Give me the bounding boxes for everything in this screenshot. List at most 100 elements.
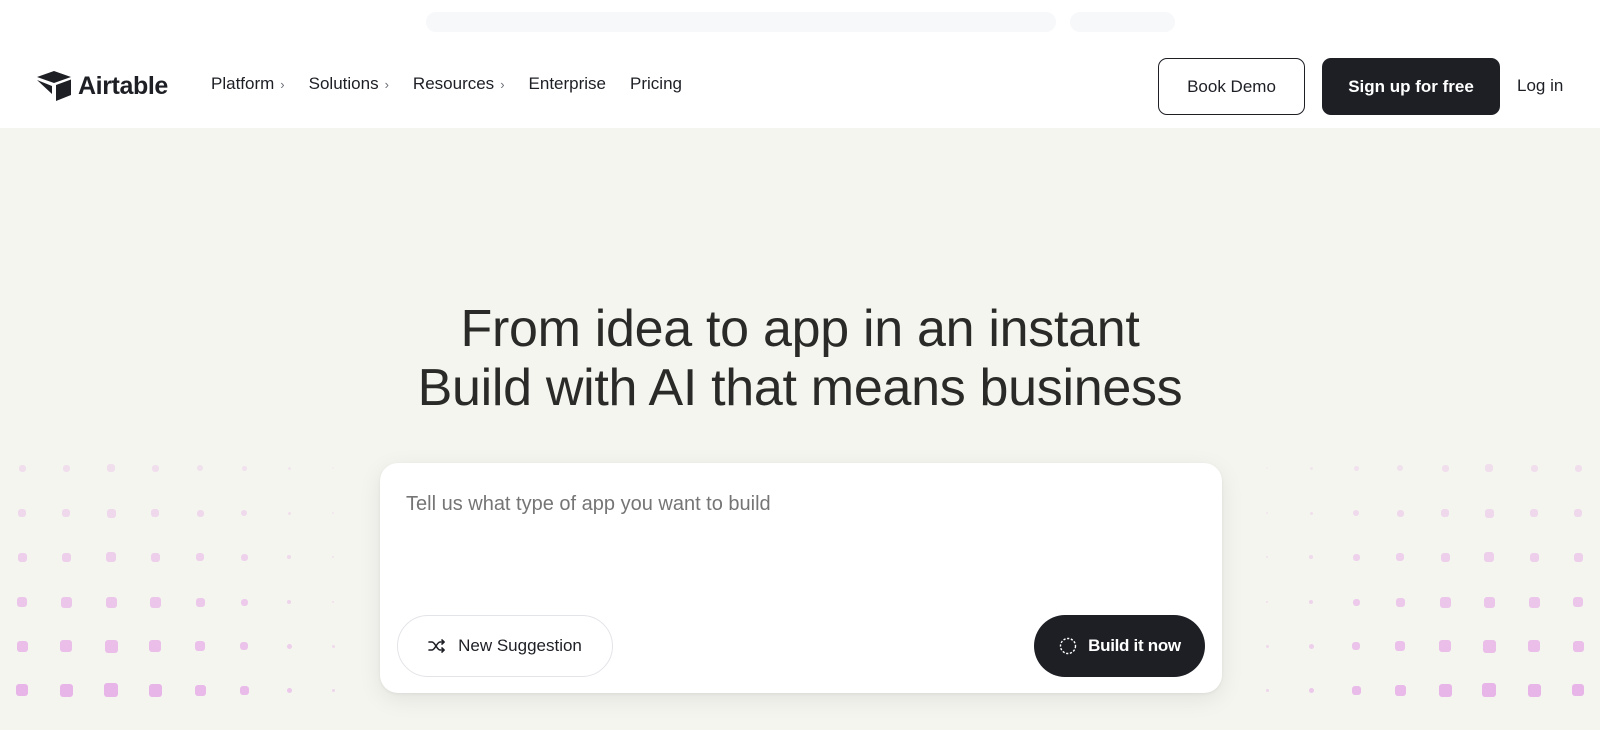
decorative-dot bbox=[104, 639, 118, 653]
decorative-dot bbox=[1352, 642, 1360, 650]
decorative-dot bbox=[195, 641, 205, 651]
decorative-dot bbox=[195, 597, 205, 607]
decorative-dot bbox=[331, 688, 335, 692]
prompt-card: New Suggestion Build it now bbox=[380, 463, 1222, 693]
decorative-dot bbox=[1530, 464, 1538, 472]
decorative-dot bbox=[61, 552, 71, 562]
nav-item-pricing[interactable]: Pricing bbox=[630, 74, 682, 94]
nav-item-solutions[interactable]: Solutions › bbox=[309, 74, 389, 94]
decorative-dot bbox=[1309, 555, 1313, 559]
nav-item-enterprise[interactable]: Enterprise bbox=[529, 74, 606, 94]
decorative-dot bbox=[1394, 684, 1406, 696]
decorative-dot bbox=[240, 553, 248, 561]
decorative-dot bbox=[1530, 509, 1538, 517]
chevron-right-icon: › bbox=[500, 76, 505, 92]
decorative-dot bbox=[1309, 466, 1313, 470]
decorative-dot bbox=[17, 552, 27, 562]
nav-item-resources[interactable]: Resources › bbox=[413, 74, 505, 94]
decorative-dot bbox=[331, 644, 335, 648]
decorative-dot bbox=[1574, 464, 1582, 472]
decorative-dot bbox=[1351, 685, 1361, 695]
log-in-link[interactable]: Log in bbox=[1517, 76, 1563, 96]
airtable-logo-icon bbox=[37, 71, 71, 101]
sign-up-button[interactable]: Sign up for free bbox=[1322, 58, 1500, 115]
decorative-dot bbox=[18, 464, 26, 472]
decorative-dot bbox=[1572, 684, 1584, 696]
decorative-dot bbox=[332, 556, 334, 558]
decorative-dot bbox=[1441, 509, 1449, 517]
decorative-dot bbox=[16, 640, 28, 652]
decorative-dot bbox=[287, 555, 291, 559]
decorative-dot bbox=[105, 596, 117, 608]
decorative-dot bbox=[1439, 640, 1451, 652]
decorative-dot bbox=[150, 552, 160, 562]
decorative-dot bbox=[151, 509, 159, 517]
decorative-dot bbox=[241, 510, 247, 516]
decorative-dot bbox=[287, 511, 291, 515]
hero-headline: From idea to app in an instant Build wit… bbox=[0, 300, 1600, 418]
decorative-dot bbox=[1484, 552, 1494, 562]
decorative-dot bbox=[1573, 597, 1583, 607]
decorative-dot bbox=[1395, 597, 1405, 607]
decorative-dot bbox=[104, 683, 118, 697]
decorative-dot bbox=[149, 640, 161, 652]
decorative-dot bbox=[240, 598, 248, 606]
decorative-dot bbox=[18, 509, 26, 517]
brand-name: Airtable bbox=[78, 71, 168, 100]
decorative-dot bbox=[1572, 640, 1584, 652]
decorative-dot bbox=[332, 467, 334, 469]
decorative-dot bbox=[1483, 596, 1495, 608]
decorative-dot bbox=[60, 640, 72, 652]
decorative-dot bbox=[1265, 644, 1269, 648]
build-it-now-button[interactable]: Build it now bbox=[1034, 615, 1205, 677]
decorative-dot bbox=[60, 596, 72, 608]
decorative-dot bbox=[1441, 464, 1449, 472]
decorative-dot bbox=[16, 684, 28, 696]
decorative-dot bbox=[1396, 553, 1404, 561]
site-header: Airtable Platform › Solutions › Resource… bbox=[0, 44, 1600, 128]
decorative-dot bbox=[62, 509, 70, 517]
build-it-now-label: Build it now bbox=[1088, 636, 1181, 655]
nav-label: Enterprise bbox=[528, 74, 607, 93]
decorative-dot bbox=[106, 508, 116, 518]
decorative-dot bbox=[332, 512, 334, 514]
airtable-logo[interactable]: Airtable bbox=[36, 70, 168, 102]
sparkle-loader-icon bbox=[1059, 637, 1077, 655]
decorative-dot bbox=[239, 685, 249, 695]
decorative-dot bbox=[1396, 509, 1404, 517]
decorative-dot bbox=[1308, 643, 1314, 649]
decorative-dot bbox=[1309, 600, 1313, 604]
decorative-dot bbox=[1266, 512, 1268, 514]
nav-label: Pricing bbox=[630, 74, 682, 93]
decorative-dot bbox=[1352, 598, 1360, 606]
decorative-dot bbox=[148, 683, 162, 697]
decorative-dot bbox=[1485, 464, 1493, 472]
decorative-dot bbox=[1527, 683, 1541, 697]
hero-title-line-1: From idea to app in an instant bbox=[460, 300, 1140, 358]
book-demo-button[interactable]: Book Demo bbox=[1158, 58, 1305, 115]
decorative-dot bbox=[1440, 552, 1450, 562]
decorative-dot bbox=[62, 464, 70, 472]
decorative-dot bbox=[59, 683, 73, 697]
decorative-dot bbox=[1265, 688, 1269, 692]
nav-item-platform[interactable]: Platform › bbox=[211, 74, 285, 94]
chevron-right-icon: › bbox=[280, 76, 285, 92]
decorative-dot bbox=[287, 466, 291, 470]
new-suggestion-label: New Suggestion bbox=[458, 636, 582, 655]
decorative-dot bbox=[1266, 601, 1268, 603]
decorative-dot bbox=[1266, 467, 1268, 469]
decorative-dot bbox=[17, 597, 27, 607]
new-suggestion-button[interactable]: New Suggestion bbox=[397, 615, 613, 677]
decorative-dot bbox=[1353, 465, 1359, 471]
placeholder-bar bbox=[426, 12, 1056, 32]
decorative-dot bbox=[196, 553, 204, 561]
nav-label: Solutions bbox=[308, 74, 379, 93]
decorative-dot bbox=[287, 600, 291, 604]
decorative-dot bbox=[1309, 511, 1313, 515]
decorative-dot bbox=[196, 509, 204, 517]
decorative-dot bbox=[1482, 639, 1496, 653]
decorative-dot bbox=[1308, 687, 1314, 693]
decorative-dot bbox=[1266, 556, 1268, 558]
app-idea-input[interactable] bbox=[406, 493, 1186, 516]
main-nav: Platform › Solutions › Resources › Enter… bbox=[211, 74, 682, 94]
